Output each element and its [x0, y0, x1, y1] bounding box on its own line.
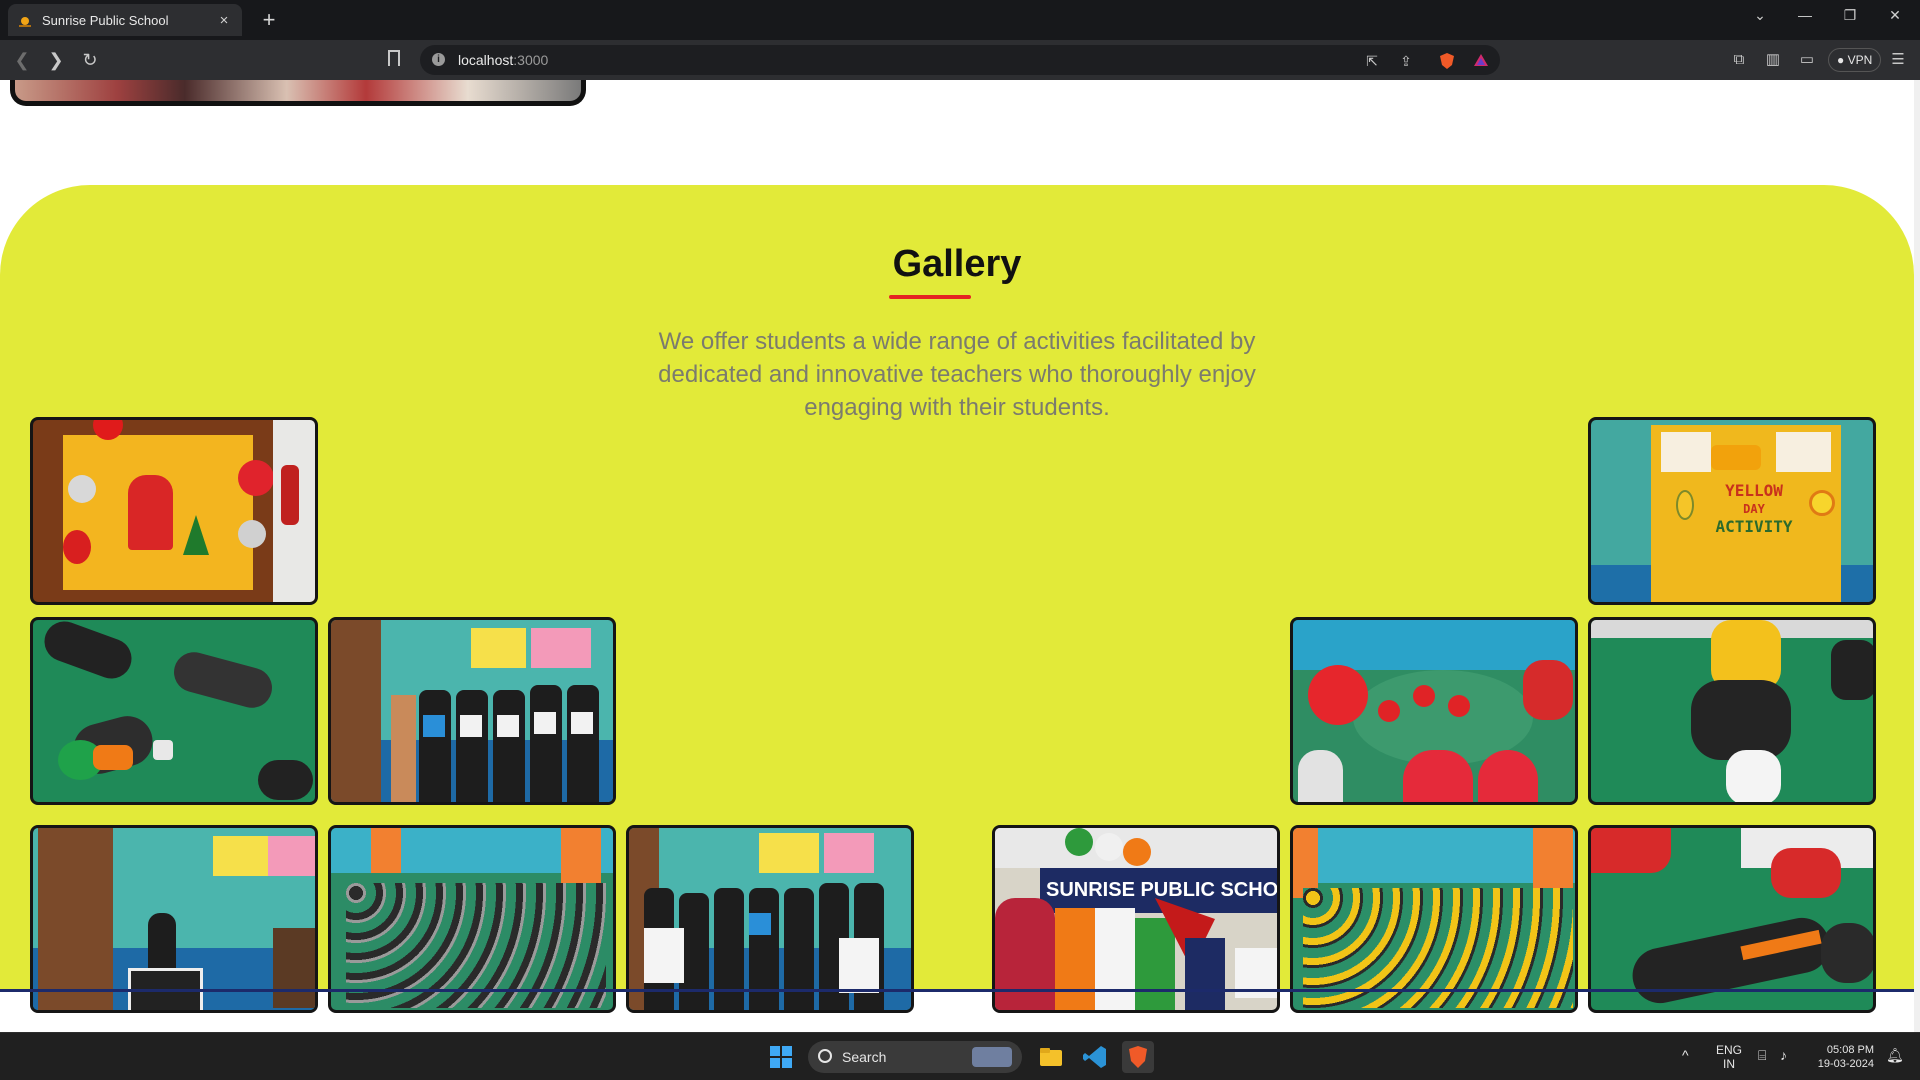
clock-date: 19-03-2024 — [1817, 1058, 1874, 1070]
language-code: ENG — [1716, 1043, 1743, 1057]
gallery-photo-floor-exercise[interactable] — [30, 617, 318, 805]
address-bar[interactable]: i localhost:3000 ⇱ ⇪ — [420, 45, 1500, 75]
sidebar-icon[interactable]: ▥ — [1763, 50, 1783, 70]
file-explorer-icon[interactable] — [1035, 1041, 1067, 1073]
brave-browser-icon[interactable] — [1122, 1041, 1154, 1073]
tab-search-chevron-icon[interactable]: ⌄ — [1740, 0, 1780, 30]
previous-section-image — [10, 80, 586, 106]
volume-icon[interactable]: ♪ — [1780, 1047, 1787, 1063]
os-taskbar: Search ^ ENG IN ⌸ ♪ 05:08 PM 19-03-2024 … — [0, 1032, 1920, 1080]
vpn-button[interactable]: ● VPN — [1828, 48, 1882, 72]
open-external-icon[interactable]: ⇱ — [1363, 52, 1381, 70]
search-icon — [818, 1049, 832, 1063]
close-window-button[interactable]: ✕ — [1875, 0, 1915, 30]
browser-tab-bar: Sunrise Public School × + ⌄ — ❐ ✕ — [0, 0, 1920, 40]
yellow-day-label: YELLOW DAY ACTIVITY — [1709, 482, 1799, 536]
brave-rewards-icon[interactable] — [1472, 52, 1490, 70]
page-scrollbar[interactable] — [1914, 80, 1920, 1032]
gallery-photo-yoga-pose[interactable] — [1588, 617, 1876, 805]
gallery-tagline: We offer students a wide range of activi… — [658, 328, 1256, 421]
vscode-icon[interactable] — [1079, 1041, 1111, 1073]
reload-icon[interactable]: ↻ — [78, 48, 102, 72]
tab-close-icon[interactable]: × — [216, 12, 232, 29]
yellow-day-word-1: YELLOW — [1725, 481, 1783, 500]
vpn-dot-icon: ● — [1837, 53, 1848, 67]
gallery-title: Gallery — [892, 243, 1022, 285]
menu-icon[interactable]: ☰ — [1888, 50, 1908, 70]
forward-icon[interactable]: ❯ — [44, 48, 68, 72]
gallery-photo-christmas-board[interactable] — [30, 417, 318, 605]
tray-overflow-icon[interactable]: ^ — [1682, 1047, 1689, 1063]
url-port: :3000 — [513, 52, 549, 68]
section-divider — [0, 989, 1914, 992]
search-label: Search — [842, 1049, 887, 1065]
site-favicon-icon — [18, 13, 32, 27]
gallery-photo-yellow-day[interactable]: YELLOW DAY ACTIVITY — [1588, 417, 1876, 605]
clock-time: 05:08 PM — [1826, 1044, 1874, 1056]
minimize-window-button[interactable]: — — [1785, 0, 1825, 30]
gallery-photo-students-board-right[interactable] — [626, 825, 914, 1013]
notification-bell-icon[interactable]: 🔔︎ — [1886, 1047, 1904, 1064]
brave-shield-icon[interactable] — [1438, 52, 1456, 70]
windows-start-icon[interactable] — [770, 1046, 792, 1068]
bookmark-icon[interactable] — [388, 50, 400, 66]
url-host: localhost — [458, 52, 514, 68]
region-code: IN — [1723, 1057, 1735, 1071]
taskbar-search[interactable]: Search — [808, 1041, 1022, 1073]
gallery-photo-independence-day[interactable]: SUNRISE PUBLIC SCHOOL — [992, 825, 1280, 1013]
gallery-photo-stretching[interactable] — [1588, 825, 1876, 1013]
back-icon[interactable]: ❮ — [10, 48, 34, 72]
browser-tab[interactable]: Sunrise Public School × — [8, 4, 242, 36]
network-icon[interactable]: ⌸ — [1758, 1047, 1766, 1064]
clock[interactable]: 05:08 PM 19-03-2024 — [1812, 1043, 1874, 1071]
browser-toolbar: ❮ ❯ ↻ i localhost:3000 ⇱ ⇪ ⧉ ▥ ▭ ● VPN ☰ — [0, 40, 1920, 80]
restore-window-button[interactable]: ❐ — [1830, 0, 1870, 30]
gallery-photo-balloon-circle[interactable] — [1290, 617, 1578, 805]
page-viewport: Gallery We offer students a wide range o… — [0, 80, 1920, 1032]
tab-title: Sunrise Public School — [42, 12, 169, 28]
search-highlight-icon — [972, 1047, 1012, 1067]
share-icon[interactable]: ⇪ — [1397, 52, 1415, 70]
info-icon[interactable]: i — [432, 53, 445, 66]
new-tab-button[interactable]: + — [255, 6, 283, 34]
language-indicator[interactable]: ENG IN — [1716, 1043, 1742, 1071]
yellow-day-word-3: ACTIVITY — [1715, 517, 1793, 536]
wallet-icon[interactable]: ▭ — [1797, 50, 1817, 70]
gallery-photo-seated-classroom[interactable] — [328, 825, 616, 1013]
yellow-day-word-2: DAY — [1743, 502, 1765, 516]
title-underline — [889, 295, 971, 299]
gallery-photo-speech-girl[interactable] — [30, 825, 318, 1013]
gallery-photo-students-board-left[interactable] — [328, 617, 616, 805]
url-text[interactable]: localhost:3000 — [458, 52, 548, 68]
extensions-icon[interactable]: ⧉ — [1729, 50, 1749, 70]
gallery-photo-yellow-day-group[interactable] — [1290, 825, 1578, 1013]
vpn-label: VPN — [1847, 53, 1873, 67]
gallery-section: Gallery We offer students a wide range o… — [0, 185, 1914, 1013]
